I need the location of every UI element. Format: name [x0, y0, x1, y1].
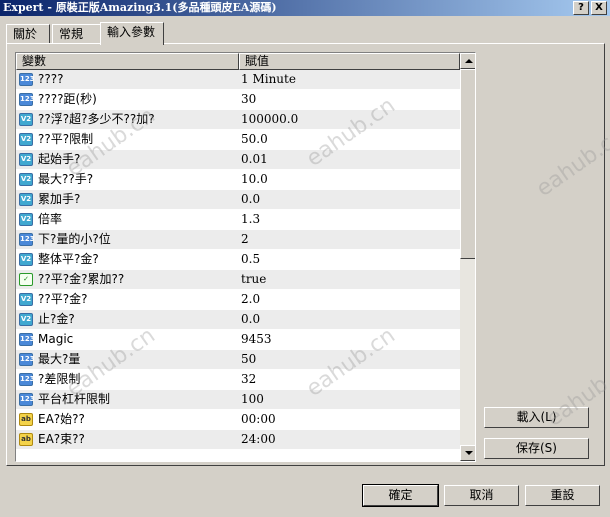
int-type-icon: 123 [19, 373, 35, 386]
parameter-value[interactable]: 100000.0 [241, 110, 298, 129]
parameter-value[interactable]: 1.3 [241, 210, 260, 229]
parameter-name: 倍率 [38, 212, 63, 226]
parameter-value[interactable]: 2.0 [241, 290, 260, 309]
parameter-name: ????距(秒) [38, 92, 97, 106]
table-row[interactable]: V2 倍率 1.3 [16, 210, 460, 230]
dbl-type-icon: V2 [19, 293, 33, 306]
parameter-name: 整体平?金? [38, 252, 99, 266]
vertical-scrollbar[interactable] [460, 53, 475, 461]
parameter-value[interactable]: 0.0 [241, 190, 260, 209]
table-row[interactable]: 123???? 1 Minute [16, 70, 460, 90]
table-row[interactable]: V2 累加手? 0.0 [16, 190, 460, 210]
table-row[interactable]: 123 下?量的小?位 2 [16, 230, 460, 250]
tab-common[interactable]: 常規 [52, 24, 102, 43]
parameter-value[interactable]: 50 [241, 350, 256, 369]
help-button[interactable]: ? [573, 1, 589, 15]
window-title: Expert - 原裝正版Amazing3.1(多品種頭皮EA源碼) [3, 1, 277, 14]
title-bar: Expert - 原裝正版Amazing3.1(多品種頭皮EA源碼) ? X [0, 0, 610, 16]
parameter-value[interactable]: 1 Minute [241, 70, 296, 89]
parameter-name: ??平?限制 [38, 132, 94, 146]
table-row[interactable]: V2 最大??手? 10.0 [16, 170, 460, 190]
int-type-icon: 123 [19, 233, 35, 246]
bool-type-icon: ✓ [19, 273, 33, 286]
parameter-grid: 變數 賦值 123???? 1 Minute 123 ????距(秒) 30 V2 ??浮?… [15, 52, 476, 462]
table-row[interactable]: ab EA?始?? 00:00 [16, 410, 460, 430]
table-row[interactable]: 123 最大?量 50 [16, 350, 460, 370]
scroll-thumb[interactable] [460, 69, 475, 259]
table-row[interactable]: ✓ ??平?金?累加?? true [16, 270, 460, 290]
parameter-name: ??平?金? [38, 292, 88, 306]
parameter-name: 累加手? [38, 192, 81, 206]
header-value[interactable]: 賦值 [239, 53, 460, 70]
dbl-type-icon: V2 [19, 133, 33, 146]
tab-inputs[interactable]: 輸入參數 [100, 22, 164, 45]
tab-about[interactable]: 關於 [6, 24, 50, 43]
parameter-name: EA?始?? [38, 412, 85, 426]
header-variable[interactable]: 變數 [16, 53, 239, 70]
dbl-type-icon: V2 [19, 253, 33, 266]
parameter-value[interactable]: 0.01 [241, 150, 268, 169]
dbl-type-icon: V2 [19, 313, 33, 326]
table-row[interactable]: V2 整体平?金? 0.5 [16, 250, 460, 270]
table-row[interactable]: 123 ????距(秒) 30 [16, 90, 460, 110]
scroll-up-arrow-icon[interactable] [460, 53, 475, 69]
table-row[interactable]: V2 ??平?限制 50.0 [16, 130, 460, 150]
parameter-value[interactable]: 9453 [241, 330, 272, 349]
reset-button[interactable]: 重設 [525, 485, 600, 506]
parameter-name: 止?金? [38, 312, 75, 326]
parameter-value[interactable]: 10.0 [241, 170, 268, 189]
parameter-rows: 123???? 1 Minute 123 ????距(秒) 30 V2 ??浮?超?多少不?… [16, 70, 460, 450]
int-type-icon: 123 [19, 333, 35, 346]
parameter-name: ??浮?超?多少不??加? [38, 112, 155, 126]
parameter-value[interactable]: true [241, 270, 266, 289]
table-row[interactable]: ab EA?束?? 24:00 [16, 430, 460, 450]
parameter-value[interactable]: 50.0 [241, 130, 268, 149]
parameter-value[interactable]: 100 [241, 390, 264, 409]
int-type-icon: 123 [19, 73, 35, 86]
str-type-icon: ab [19, 413, 33, 426]
grid-header: 變數 賦值 [16, 53, 460, 70]
parameter-name: EA?束?? [38, 432, 85, 446]
parameter-value[interactable]: 2 [241, 230, 249, 249]
dbl-type-icon: V2 [19, 213, 33, 226]
parameter-name: Magic [38, 332, 74, 346]
parameter-value[interactable]: 00:00 [241, 410, 276, 429]
parameter-name: 最大?量 [38, 352, 81, 366]
parameter-value[interactable]: 32 [241, 370, 256, 389]
table-row[interactable]: 123 Magic 9453 [16, 330, 460, 350]
dbl-type-icon: V2 [19, 173, 33, 186]
parameter-name: 最大??手? [38, 172, 94, 186]
int-type-icon: 123 [19, 393, 35, 406]
save-button[interactable]: 保存(S) [484, 438, 589, 459]
ok-button[interactable]: 確定 [362, 484, 439, 507]
parameter-value[interactable]: 0.0 [241, 310, 260, 329]
parameter-name: ???? [38, 72, 64, 86]
load-button[interactable]: 載入(L) [484, 407, 589, 428]
parameter-name: ?差限制 [38, 372, 81, 386]
table-row[interactable]: 123 平台杠杆限制 100 [16, 390, 460, 410]
parameter-value[interactable]: 24:00 [241, 430, 276, 449]
parameter-name: 平台杠杆限制 [38, 392, 111, 406]
cancel-button[interactable]: 取消 [444, 485, 519, 506]
parameter-value[interactable]: 0.5 [241, 250, 260, 269]
parameter-name: 下?量的小?位 [38, 232, 111, 246]
table-row[interactable]: V2 ??平?金? 2.0 [16, 290, 460, 310]
table-row[interactable]: V2 止?金? 0.0 [16, 310, 460, 330]
table-row[interactable]: V2 起始手? 0.01 [16, 150, 460, 170]
str-type-icon: ab [19, 433, 33, 446]
parameter-name: 起始手? [38, 152, 81, 166]
dbl-type-icon: V2 [19, 113, 33, 126]
dbl-type-icon: V2 [19, 193, 33, 206]
table-row[interactable]: 123 ?差限制 32 [16, 370, 460, 390]
scroll-down-arrow-icon[interactable] [460, 445, 475, 461]
parameter-value[interactable]: 30 [241, 90, 256, 109]
close-button[interactable]: X [591, 1, 607, 15]
table-row[interactable]: V2 ??浮?超?多少不??加? 100000.0 [16, 110, 460, 130]
parameter-name: ??平?金?累加?? [38, 272, 125, 286]
int-type-icon: 123 [19, 353, 35, 366]
int-type-icon: 123 [19, 93, 35, 106]
dbl-type-icon: V2 [19, 153, 33, 166]
